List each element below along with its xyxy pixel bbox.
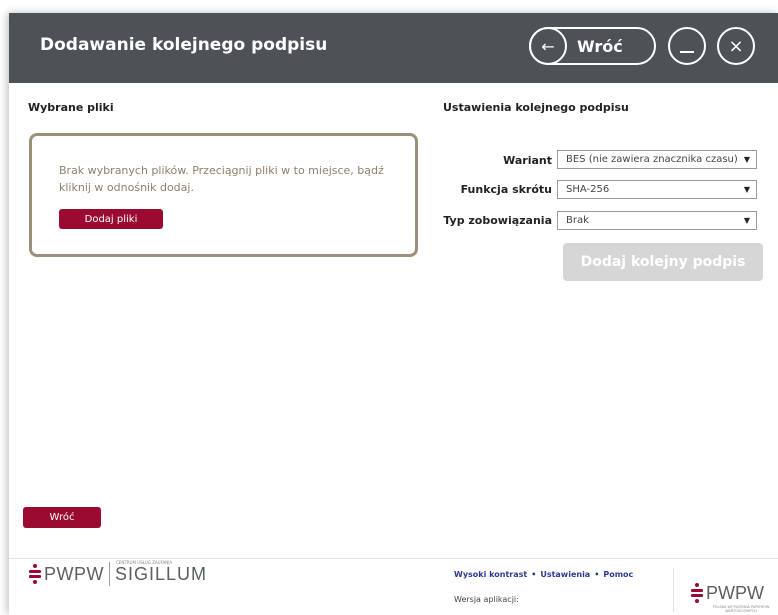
commitment-type-label: Typ zobowiązania <box>443 214 552 227</box>
pwpw-wordmark: PWPW <box>44 563 104 584</box>
settings-link[interactable]: Ustawienia <box>540 570 590 579</box>
dot-separator: • <box>594 570 600 579</box>
header-back-label: Wróć <box>577 37 623 56</box>
add-files-button[interactable]: Dodaj pliki <box>59 209 163 229</box>
page-title: Dodawanie kolejnego podpisu <box>40 35 328 55</box>
header-back-button[interactable]: ← Wróć <box>529 27 656 65</box>
pwpw-mark-icon <box>28 563 42 585</box>
sigillum-tagline: CENTRUM USŁUG ZAUFANIA <box>116 559 173 565</box>
add-signature-button[interactable]: Dodaj kolejny podpis <box>563 243 763 281</box>
logo-separator <box>109 562 110 586</box>
pwpw-wordmark: PWPW <box>706 582 764 603</box>
hash-function-select[interactable]: SHA-256 ▼ <box>557 180 757 199</box>
hash-function-value: SHA-256 <box>566 184 610 195</box>
commitment-type-select[interactable]: Brak ▼ <box>557 211 757 230</box>
high-contrast-link[interactable]: Wysoki kontrast <box>454 570 527 579</box>
sigillum-logo: PWPW CENTRUM USŁUG ZAUFANIA SIGILLUM <box>28 560 208 586</box>
file-dropzone[interactable]: Brak wybranych plików. Przeciągnij pliki… <box>29 133 418 257</box>
minimize-button[interactable] <box>668 27 706 65</box>
dot-separator: • <box>531 570 537 579</box>
variant-label: Wariant <box>503 154 552 167</box>
variant-select[interactable]: BES (nie zawiera znacznika czasu) ▼ <box>557 150 757 169</box>
sigillum-wordmark: SIGILLUM <box>115 563 208 584</box>
chevron-down-icon: ▼ <box>739 212 750 229</box>
selected-files-title: Wybrane pliki <box>28 101 114 114</box>
pwpw-tagline: POLSKA WYTWÓRNIA PAPIERÓW WARTOŚCIOWYCH <box>712 605 770 613</box>
signature-settings-title: Ustawienia kolejnego podpisu <box>443 101 629 114</box>
close-icon: × <box>728 35 744 57</box>
app-window: Dodawanie kolejnego podpisu ← Wróć × Wyb… <box>9 13 778 615</box>
dropzone-text: Brak wybranych plików. Przeciągnij pliki… <box>59 164 384 194</box>
pwpw-mark-icon <box>690 582 704 604</box>
sigillum-wordmark-wrap: CENTRUM USŁUG ZAUFANIA SIGILLUM <box>115 560 208 585</box>
close-button[interactable]: × <box>717 27 755 65</box>
arrow-left-icon: ← <box>529 27 567 65</box>
hash-function-label: Funkcja skrótu <box>460 183 552 196</box>
variant-value: BES (nie zawiera znacznika czasu) <box>566 154 738 165</box>
app-version: Wersja aplikacji: <box>454 595 519 604</box>
commitment-type-value: Brak <box>566 215 589 226</box>
minimize-icon <box>680 51 694 53</box>
back-button[interactable]: Wróć <box>23 507 101 528</box>
help-link[interactable]: Pomoc <box>603 570 633 579</box>
footer-links: Wysoki kontrast • Ustawienia • Pomoc <box>454 570 633 579</box>
chevron-down-icon: ▼ <box>739 151 750 168</box>
pwpw-logo-right: PWPW POLSKA WYTWÓRNIA PAPIERÓW WARTOŚCIO… <box>690 582 776 613</box>
chevron-down-icon: ▼ <box>739 181 750 198</box>
header-bar: Dodawanie kolejnego podpisu ← Wróć × <box>9 13 778 83</box>
footer-divider <box>673 568 674 612</box>
